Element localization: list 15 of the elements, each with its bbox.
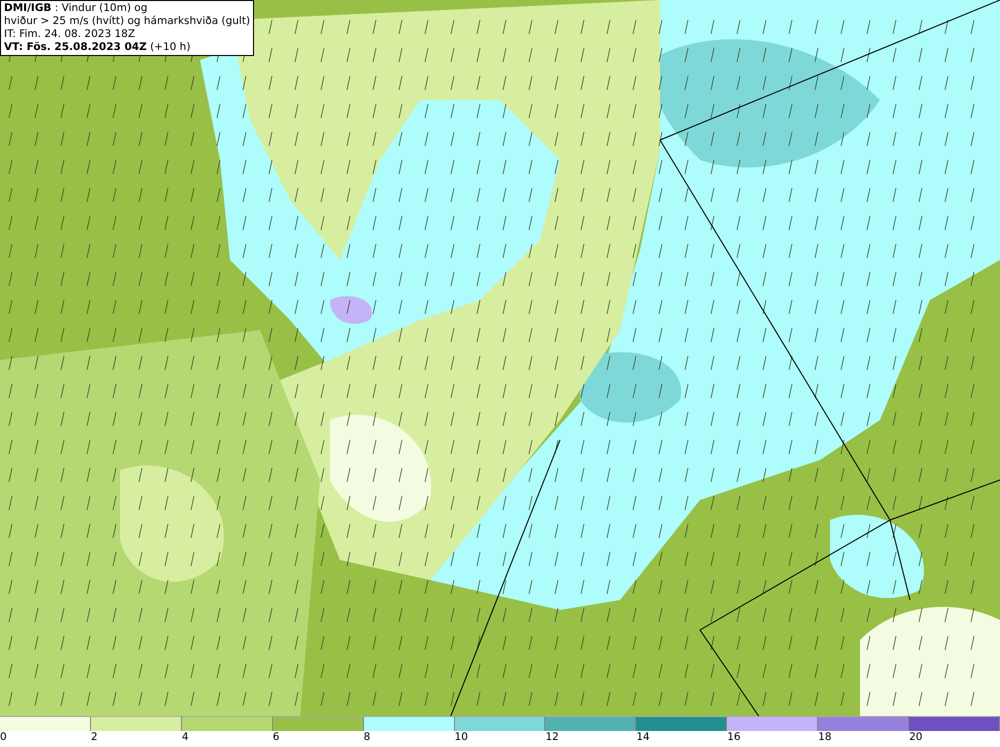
legend-tick-label: 18 <box>818 731 832 744</box>
legend-tick-label: 14 <box>636 731 650 744</box>
title-line: hviður > 25 m/s (hvítt) og hámarkshviða (gult) <box>4 15 250 28</box>
legend-tick-label: 20 <box>909 731 922 744</box>
title-line: IT: Fim. 24. 08. 2023 18Z <box>4 28 136 41</box>
legend-tick-label: 8 <box>364 731 370 744</box>
legend-tick-label: 6 <box>272 731 280 744</box>
title-line: VT: Fös. 25.08.2023 04Z (+10 h) <box>4 41 192 54</box>
title-line: DMI/IGB : Vindur (10m) og <box>4 2 148 15</box>
legend-tick-label: 16 <box>727 731 741 744</box>
legend-tick-label: 4 <box>182 731 188 744</box>
legend-tick-label: 0 <box>0 731 7 744</box>
legend-tick-label: 12 <box>545 731 559 744</box>
legend-tick-label: 10 <box>454 731 468 744</box>
legend-tick-label: 2 <box>90 731 98 744</box>
